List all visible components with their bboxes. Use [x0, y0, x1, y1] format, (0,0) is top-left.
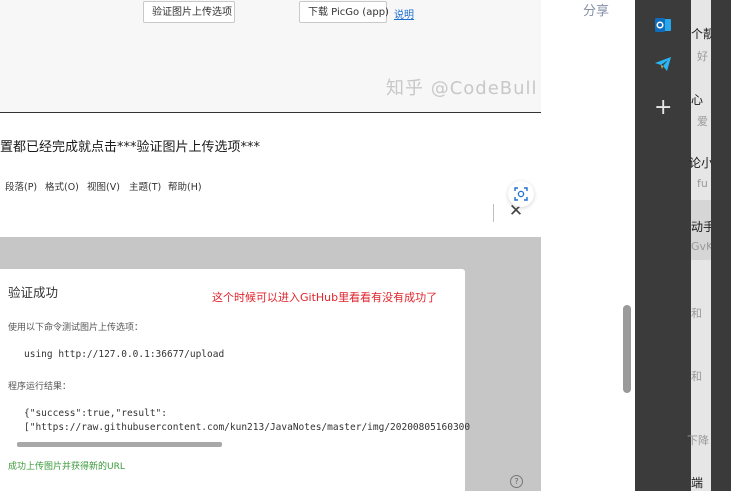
annotation-text: 这个时候可以进入GitHub里看看有没有成功了: [212, 291, 438, 304]
menu-separator: [493, 204, 494, 222]
verify-success-dialog: 验证成功 这个时候可以进入GitHub里看看有没有成功了 使用以下命令测试图片上…: [0, 269, 470, 491]
list-item-text: 个靓: [691, 27, 711, 41]
list-item-text: 动手: [691, 220, 711, 234]
help-link: 说明: [394, 10, 414, 21]
result-label: 程序运行结果：: [8, 382, 72, 392]
success-message: 成功上传图片并获得新的URL: [8, 462, 125, 472]
app-sidebar: [635, 0, 691, 491]
list-item-text: 和: [691, 307, 702, 320]
page-scrollbar[interactable]: [623, 305, 631, 393]
result-line: ["https://raw.githubusercontent.com/kun2…: [24, 422, 471, 433]
download-picgo-button: 下载 PicGo (app): [299, 1, 389, 23]
image-search-icon[interactable]: [508, 181, 534, 207]
list-item-text: fu: [697, 177, 708, 190]
horizontal-scrollbar: [17, 442, 222, 447]
menu-format: 格式(O): [45, 182, 79, 193]
list-item-text: 下降: [687, 434, 709, 447]
command-text: using http://127.0.0.1:36677/upload: [24, 349, 225, 360]
top-screenshot: 验证图片上传选项 下载 PicGo (app) 说明 知乎 @CodeBull: [0, 0, 541, 112]
telegram-icon[interactable]: [654, 55, 672, 73]
verify-upload-button: 验证图片上传选项: [143, 1, 235, 23]
list-item-text: GvK: [691, 240, 711, 253]
list-item-text: 好: [697, 50, 708, 63]
menu-paragraph: 段落(P): [5, 182, 38, 193]
help-icon: ?: [510, 475, 523, 488]
list-item-text: 论小: [689, 156, 711, 170]
add-icon[interactable]: +: [654, 97, 672, 119]
share-button[interactable]: 分享: [583, 0, 609, 19]
dialog-title: 验证成功: [8, 285, 59, 300]
list-item-text: 和: [691, 370, 702, 383]
article-paragraph: 置都已经完成就点击***验证图片上传选项***: [0, 140, 261, 155]
list-item-text: 端: [691, 476, 704, 490]
outlook-icon[interactable]: [654, 16, 672, 34]
window-edge: [711, 0, 731, 491]
divider: [0, 112, 541, 113]
editor-menu-bar: 段落(P) 格式(O) 视图(V) 主题(T) 帮助(H): [0, 173, 541, 235]
menu-help: 帮助(H): [168, 182, 202, 193]
zhihu-watermark: 知乎 @CodeBull: [386, 78, 538, 99]
menu-theme: 主题(T): [129, 182, 162, 193]
command-label: 使用以下命令测试图片上传选项：: [8, 323, 144, 333]
result-line: {"success":true,"result":: [24, 408, 167, 419]
menu-view: 视图(V): [87, 182, 120, 193]
list-item-text: 爱: [697, 115, 708, 128]
list-item-text: 心: [691, 93, 704, 107]
